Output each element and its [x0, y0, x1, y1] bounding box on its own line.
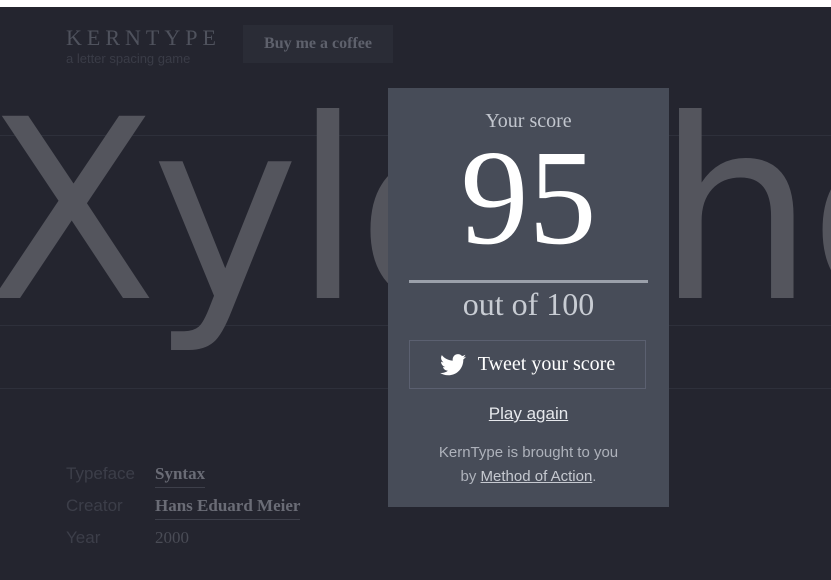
game-page: KERNTYPE a letter spacing game Buy me a … [0, 7, 831, 580]
typeface-link[interactable]: Syntax [155, 464, 206, 488]
year-label: Year [66, 528, 101, 547]
tweet-score-button[interactable]: Tweet your score [409, 340, 646, 389]
credit-period: . [592, 468, 597, 485]
method-of-action-link[interactable]: Method of Action [481, 468, 593, 485]
year-value: 2000 [155, 528, 189, 547]
play-again-row: Play again [388, 404, 669, 424]
credit-by: by [460, 468, 477, 485]
score-total: out of 100 [462, 286, 595, 322]
score-divider [409, 280, 648, 283]
score-value: 95 [460, 123, 597, 273]
creator-label: Creator [66, 496, 123, 515]
brand-tagline: a letter spacing game [66, 51, 191, 66]
credit-text: KernType is brought to you by Method of … [388, 441, 669, 489]
creator-link[interactable]: Hans Eduard Meier [155, 496, 301, 520]
score-modal: Your score 95 out of 100 Tweet your scor… [388, 88, 669, 507]
brand-logo[interactable]: KERNTYPE [66, 25, 221, 51]
buy-coffee-button[interactable]: Buy me a coffee [243, 25, 393, 63]
play-again-link[interactable]: Play again [489, 404, 568, 423]
tweet-button-label: Tweet your score [477, 353, 616, 375]
credit-line: KernType is brought to you [438, 444, 619, 461]
typeface-label: Typeface [66, 464, 135, 483]
twitter-bird-icon [439, 353, 466, 376]
